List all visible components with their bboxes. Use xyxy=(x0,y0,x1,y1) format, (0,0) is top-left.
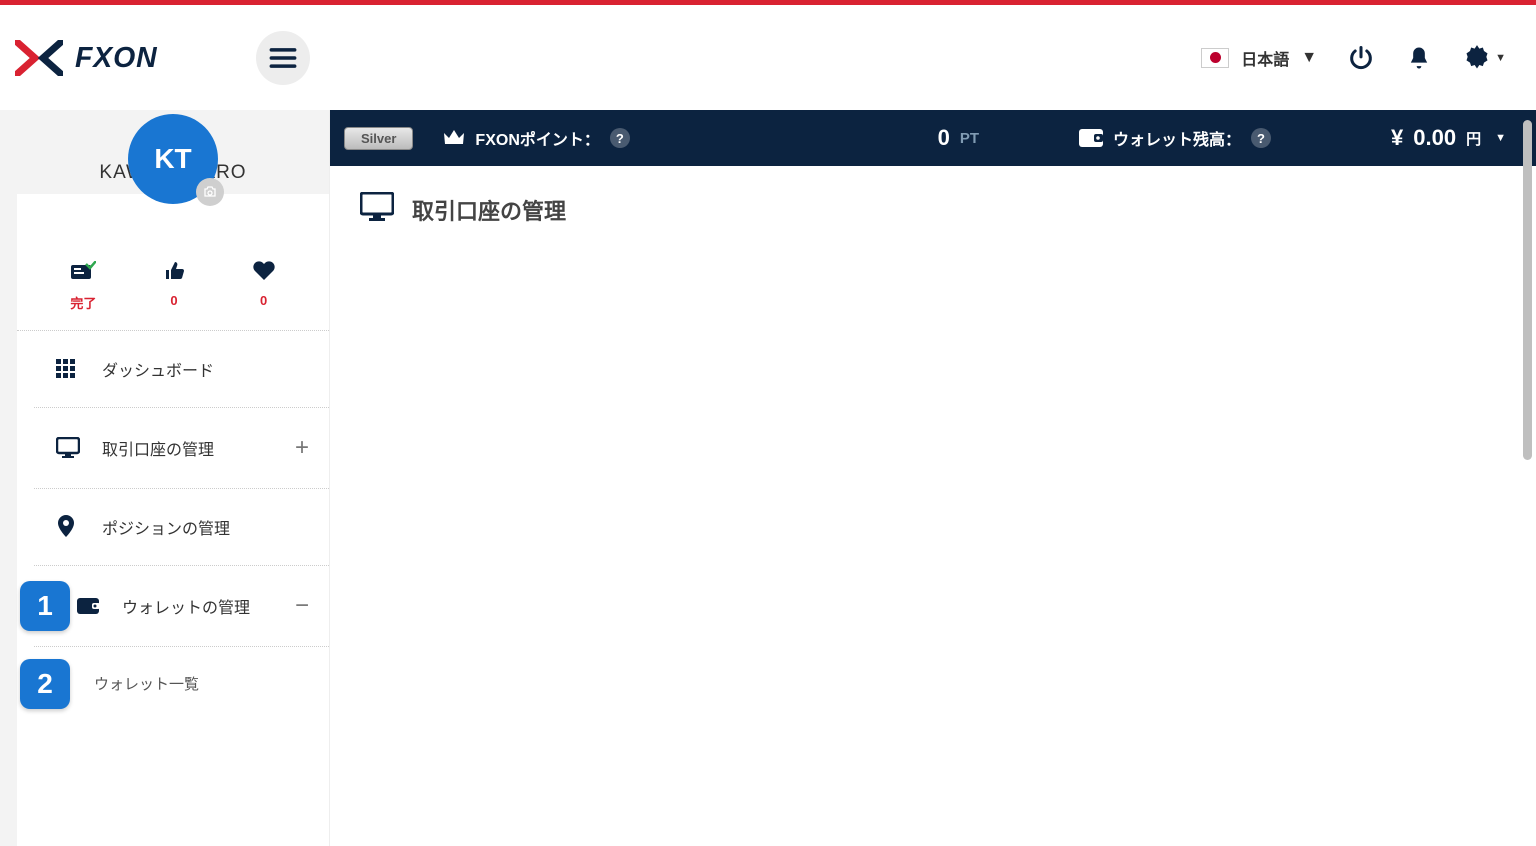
page-title: 取引口座の管理 xyxy=(330,166,1536,254)
power-icon[interactable] xyxy=(1347,44,1375,72)
location-pin-icon xyxy=(56,516,82,538)
wallet-value: 0.00 xyxy=(1413,125,1456,151)
japan-flag-icon xyxy=(1201,48,1229,68)
wallet-group[interactable]: ウォレット残高： ? xyxy=(1079,126,1271,150)
help-icon[interactable]: ? xyxy=(610,128,630,148)
wallet-icon xyxy=(76,595,102,617)
sidebar-item-label: ポジションの管理 xyxy=(102,515,230,539)
step-badge-1: 1 xyxy=(20,581,70,631)
stat-favorites[interactable]: 0 xyxy=(252,259,276,312)
wallet-unit: 円 xyxy=(1466,128,1481,149)
monitor-icon xyxy=(56,437,82,459)
wallet-label: ウォレット残高： xyxy=(1113,126,1241,150)
main-content: Silver FXONポイント： ? 0 PT ウォレット残高： ? ¥ 0.0… xyxy=(330,110,1536,846)
avatar[interactable]: KT xyxy=(128,114,218,204)
status-bar: Silver FXONポイント： ? 0 PT ウォレット残高： ? ¥ 0.0… xyxy=(330,110,1536,166)
stat-status-label: 完了 xyxy=(70,293,96,312)
camera-icon[interactable] xyxy=(196,178,224,206)
chevron-down-icon: ▼ xyxy=(1495,52,1506,64)
points-group[interactable]: FXONポイント： ? xyxy=(443,126,629,150)
menu-toggle-button[interactable] xyxy=(256,31,310,85)
minus-icon: − xyxy=(295,592,309,620)
chevron-down-icon: ▼ xyxy=(1495,132,1506,144)
sidebar-item-wallet-list[interactable]: 2 ウォレット一覧 xyxy=(34,647,329,720)
sidebar-item-accounts[interactable]: 取引口座の管理 + xyxy=(34,408,329,489)
bell-icon[interactable] xyxy=(1405,44,1433,72)
settings-button[interactable]: ▼ xyxy=(1463,44,1506,72)
top-header: FXON 日本語 ▼ ▼ xyxy=(0,5,1536,110)
wallet-icon xyxy=(1079,129,1103,147)
sidebar-item-label: ウォレット一覧 xyxy=(94,673,199,694)
profile-stats: 完了 0 0 xyxy=(17,244,329,331)
monitor-icon xyxy=(360,192,394,228)
language-selector[interactable]: 日本語 ▼ xyxy=(1201,46,1317,70)
points-value-group: 0 PT xyxy=(938,125,979,151)
plus-icon: + xyxy=(295,434,309,462)
id-card-icon xyxy=(70,259,96,283)
wallet-currency: ¥ xyxy=(1391,125,1403,151)
sidebar-item-label: 取引口座の管理 xyxy=(102,436,214,460)
logo-mark-icon xyxy=(15,40,63,76)
help-icon[interactable]: ? xyxy=(1251,128,1271,148)
gear-icon xyxy=(1463,44,1491,72)
thumbs-up-icon xyxy=(163,259,185,283)
svg-text:FXON: FXON xyxy=(75,42,158,74)
vertical-scrollbar[interactable] xyxy=(1523,120,1532,460)
chevron-down-icon: ▼ xyxy=(1301,49,1317,67)
header-right-controls: 日本語 ▼ ▼ xyxy=(1201,44,1506,72)
stat-favorites-value: 0 xyxy=(252,293,276,308)
heart-icon xyxy=(252,259,276,283)
sidebar-item-positions[interactable]: ポジションの管理 xyxy=(34,489,329,566)
page-title-text: 取引口座の管理 xyxy=(412,194,566,226)
stat-likes-value: 0 xyxy=(163,293,185,308)
sidebar-item-dashboard[interactable]: ダッシュボード xyxy=(34,331,329,408)
points-unit: PT xyxy=(960,130,979,147)
wallet-value-group[interactable]: ¥ 0.00 円 ▼ xyxy=(1391,125,1506,151)
language-label: 日本語 xyxy=(1241,46,1289,70)
sidebar: KAWASE TARO KT 完了 xyxy=(0,110,330,846)
logo-text-icon: FXON xyxy=(75,42,226,74)
sidebar-item-label: ウォレットの管理 xyxy=(122,594,250,618)
tier-badge: Silver xyxy=(344,127,413,150)
sidebar-item-label: ダッシュボード xyxy=(102,357,214,381)
grid-icon xyxy=(56,358,82,380)
crown-icon xyxy=(443,129,465,147)
brand-logo[interactable]: FXON xyxy=(15,40,226,76)
hamburger-icon xyxy=(269,46,297,70)
stat-likes[interactable]: 0 xyxy=(163,259,185,312)
sidebar-nav: ダッシュボード 取引口座の管理 + ポジションの管理 1 xyxy=(34,331,329,720)
sidebar-item-wallet[interactable]: 1 ウォレットの管理 − xyxy=(34,566,329,647)
step-badge-2: 2 xyxy=(20,659,70,709)
points-label: FXONポイント： xyxy=(475,126,599,150)
points-value: 0 xyxy=(938,125,950,151)
stat-verification[interactable]: 完了 xyxy=(70,259,96,312)
